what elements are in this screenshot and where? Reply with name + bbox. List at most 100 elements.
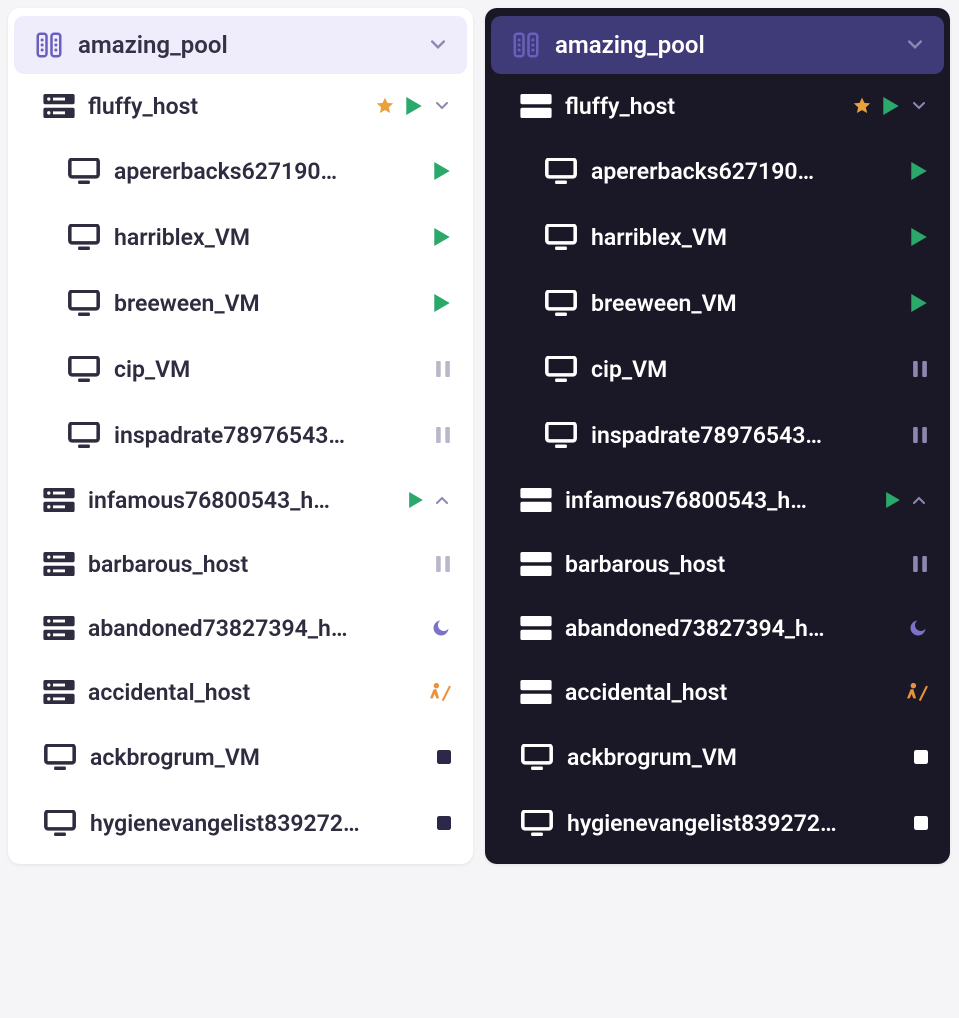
- monitor-icon: [543, 288, 579, 318]
- item-label: barbarous_host: [88, 551, 423, 578]
- item-label: hygienevangelist839272…: [567, 810, 902, 837]
- item-label: infamous76800543_h…: [565, 487, 873, 514]
- server-icon: [519, 614, 553, 642]
- tree-item-vm[interactable]: ackbrogrum_VM: [14, 724, 467, 790]
- tree-item-vm[interactable]: cip_VM: [491, 336, 944, 402]
- play-icon[interactable]: [433, 294, 451, 312]
- item-label: inspadrate78976543…: [114, 422, 423, 449]
- chevron-down-icon[interactable]: [429, 36, 447, 54]
- item-label: abandoned73827394_h…: [565, 615, 896, 642]
- star-icon[interactable]: [852, 96, 872, 116]
- item-label: harriblex_VM: [114, 224, 421, 251]
- play-icon[interactable]: [433, 162, 451, 180]
- tree-item-host[interactable]: infamous76800543_h…: [491, 468, 944, 532]
- item-label: breeween_VM: [591, 290, 898, 317]
- star-icon[interactable]: [375, 96, 395, 116]
- resource-tree-light: amazing_pool fluffy_host apererbacks6271…: [8, 8, 473, 864]
- play-icon[interactable]: [433, 228, 451, 246]
- chevron-down-icon[interactable]: [910, 97, 928, 115]
- play-icon[interactable]: [910, 228, 928, 246]
- monitor-icon: [42, 808, 78, 838]
- monitor-icon: [66, 288, 102, 318]
- pool-icon: [34, 30, 64, 60]
- monitor-icon: [42, 742, 78, 772]
- tree-item-vm[interactable]: breeween_VM: [14, 270, 467, 336]
- monitor-icon: [66, 222, 102, 252]
- pause-icon[interactable]: [435, 361, 451, 377]
- pool-header[interactable]: amazing_pool: [14, 16, 467, 74]
- tree-item-vm[interactable]: hygienevangelist839272…: [491, 790, 944, 856]
- item-label: cip_VM: [591, 356, 900, 383]
- chevron-up-icon[interactable]: [433, 491, 451, 509]
- monitor-icon: [66, 156, 102, 186]
- tree-item-host[interactable]: barbarous_host: [491, 532, 944, 596]
- tree-item-vm[interactable]: harriblex_VM: [14, 204, 467, 270]
- play-icon[interactable]: [882, 97, 900, 115]
- tree-item-vm[interactable]: ackbrogrum_VM: [491, 724, 944, 790]
- stop-icon[interactable]: [914, 750, 928, 764]
- play-icon[interactable]: [910, 162, 928, 180]
- pool-header[interactable]: amazing_pool: [491, 16, 944, 74]
- monitor-icon: [543, 420, 579, 450]
- stop-icon[interactable]: [437, 750, 451, 764]
- server-icon: [42, 486, 76, 514]
- server-icon: [42, 92, 76, 120]
- server-icon: [519, 486, 553, 514]
- tree-item-host[interactable]: abandoned73827394_h…: [491, 596, 944, 660]
- tree-item-vm[interactable]: cip_VM: [14, 336, 467, 402]
- item-label: barbarous_host: [565, 551, 900, 578]
- tree-item-host[interactable]: infamous76800543_h…: [14, 468, 467, 532]
- pool-icon: [511, 30, 541, 60]
- pause-icon[interactable]: [435, 427, 451, 443]
- tree-item-host[interactable]: fluffy_host: [14, 74, 467, 138]
- moon-icon[interactable]: [908, 618, 928, 638]
- tree-item-host[interactable]: fluffy_host: [491, 74, 944, 138]
- tree-item-host[interactable]: abandoned73827394_h…: [14, 596, 467, 660]
- item-label: abandoned73827394_h…: [88, 615, 419, 642]
- tree-item-host[interactable]: accidental_host: [491, 660, 944, 724]
- item-label: ackbrogrum_VM: [90, 744, 425, 771]
- moon-icon[interactable]: [431, 618, 451, 638]
- server-icon: [42, 614, 76, 642]
- monitor-icon: [543, 354, 579, 384]
- pause-icon[interactable]: [912, 556, 928, 572]
- construction-icon[interactable]: [429, 682, 451, 702]
- pause-icon[interactable]: [912, 427, 928, 443]
- tree-item-vm[interactable]: harriblex_VM: [491, 204, 944, 270]
- monitor-icon: [543, 156, 579, 186]
- stop-icon[interactable]: [437, 816, 451, 830]
- item-label: fluffy_host: [88, 93, 363, 120]
- pool-name: amazing_pool: [78, 31, 228, 59]
- tree-item-vm[interactable]: breeween_VM: [491, 270, 944, 336]
- monitor-icon: [519, 742, 555, 772]
- item-label: harriblex_VM: [591, 224, 898, 251]
- item-label: accidental_host: [88, 679, 417, 706]
- item-label: ackbrogrum_VM: [567, 744, 902, 771]
- pause-icon[interactable]: [912, 361, 928, 377]
- play-icon[interactable]: [405, 97, 423, 115]
- server-icon: [42, 678, 76, 706]
- chevron-down-icon[interactable]: [433, 97, 451, 115]
- monitor-icon: [66, 420, 102, 450]
- tree-item-vm[interactable]: inspadrate78976543…: [14, 402, 467, 468]
- play-icon[interactable]: [408, 493, 423, 508]
- item-label: cip_VM: [114, 356, 423, 383]
- tree-item-vm[interactable]: hygienevangelist839272…: [14, 790, 467, 856]
- tree-item-vm[interactable]: apererbacks627190…: [491, 138, 944, 204]
- monitor-icon: [519, 808, 555, 838]
- chevron-down-icon[interactable]: [906, 36, 924, 54]
- tree-item-vm[interactable]: inspadrate78976543…: [491, 402, 944, 468]
- item-label: hygienevangelist839272…: [90, 810, 425, 837]
- play-icon[interactable]: [885, 493, 900, 508]
- tree-item-vm[interactable]: apererbacks627190…: [14, 138, 467, 204]
- server-icon: [519, 92, 553, 120]
- pause-icon[interactable]: [435, 556, 451, 572]
- chevron-up-icon[interactable]: [910, 491, 928, 509]
- stop-icon[interactable]: [914, 816, 928, 830]
- play-icon[interactable]: [910, 294, 928, 312]
- construction-icon[interactable]: [906, 682, 928, 702]
- tree-item-host[interactable]: accidental_host: [14, 660, 467, 724]
- tree-item-host[interactable]: barbarous_host: [14, 532, 467, 596]
- pool-name: amazing_pool: [555, 31, 705, 59]
- item-label: inspadrate78976543…: [591, 422, 900, 449]
